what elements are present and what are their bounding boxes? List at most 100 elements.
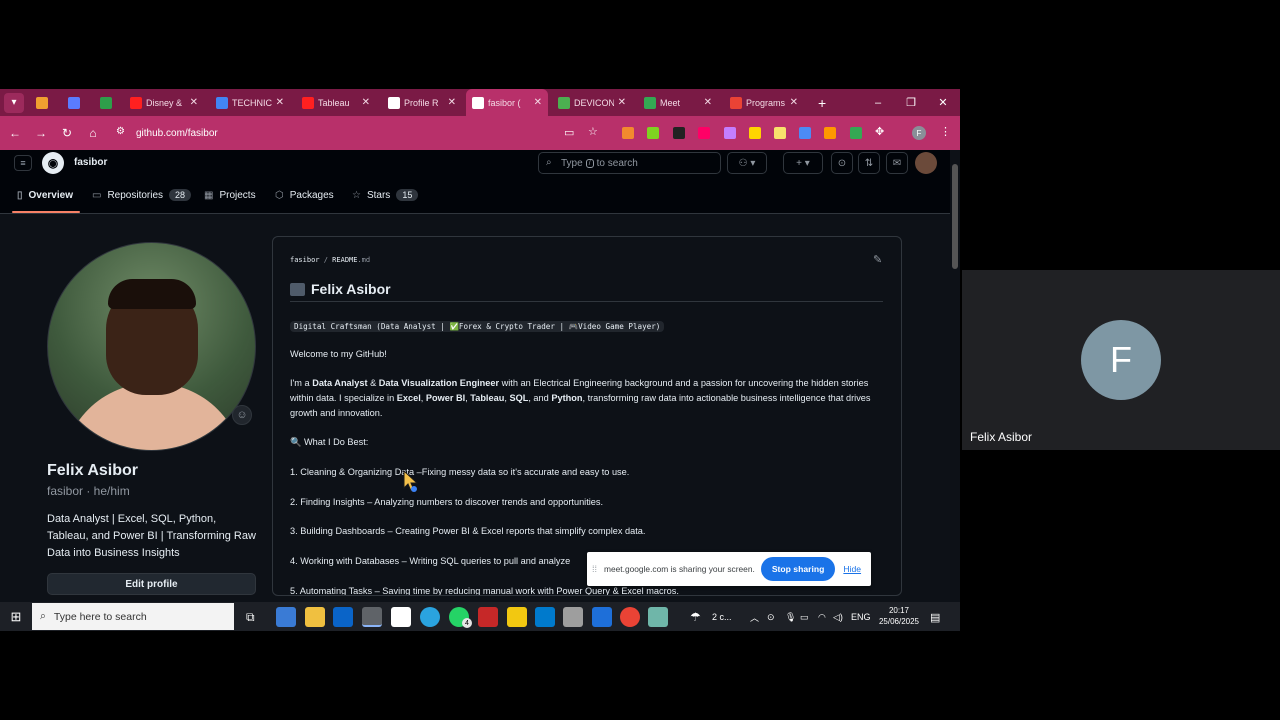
- extensions-puzzle-icon[interactable]: ✥: [875, 125, 884, 138]
- task-view-icon[interactable]: ⧉: [246, 607, 255, 627]
- profile-handle: fasibor · he/him: [47, 484, 130, 498]
- forward-icon[interactable]: →: [28, 120, 54, 146]
- create-new-button[interactable]: + ▾: [783, 152, 823, 174]
- taskbar-clock[interactable]: 20:17 25/06/2025: [874, 605, 924, 627]
- close-tab-icon[interactable]: ✕: [276, 97, 284, 108]
- tab-stars[interactable]: ☆ Stars 15: [352, 176, 419, 214]
- scrollbar-thumb[interactable]: [952, 164, 958, 269]
- browser-tab[interactable]: DEVICON ✕: [552, 89, 632, 116]
- browser-tab[interactable]: [62, 89, 84, 116]
- extension-icon[interactable]: [622, 127, 634, 139]
- extension-icon[interactable]: [749, 127, 761, 139]
- extension-icon[interactable]: [724, 127, 736, 139]
- chrome-app-icon[interactable]: [362, 607, 382, 627]
- reload-icon[interactable]: ↻: [54, 120, 80, 146]
- extension-icon[interactable]: [647, 127, 659, 139]
- browser-tab[interactable]: fasibor (✕: [466, 89, 548, 116]
- close-window-button[interactable]: ✕: [927, 89, 959, 116]
- copilot-button[interactable]: ⚇ ▾: [727, 152, 767, 174]
- bookmark-star-icon[interactable]: ☆: [588, 125, 598, 138]
- github-search-input[interactable]: ⌕ Type / to search: [538, 152, 721, 174]
- battery-icon[interactable]: ▭: [800, 607, 809, 627]
- browser-tab[interactable]: Disney & ✕: [124, 89, 204, 116]
- set-status-smiley-icon[interactable]: ☺: [232, 405, 252, 425]
- readme-path-user[interactable]: fasibor: [290, 256, 320, 264]
- browser-tab[interactable]: Programs ✕: [724, 89, 804, 116]
- windows-start-icon[interactable]: ⊞: [0, 602, 32, 631]
- app-icon[interactable]: [648, 607, 668, 627]
- inbox-icon[interactable]: ✉: [886, 152, 908, 174]
- stop-sharing-button[interactable]: Stop sharing: [760, 557, 836, 581]
- pull-requests-icon[interactable]: ⇅: [858, 152, 880, 174]
- browser-tab[interactable]: Profile R ✕: [382, 89, 462, 116]
- microphone-icon[interactable]: 🎙: [785, 607, 796, 627]
- tab-search-button[interactable]: ▾: [4, 92, 24, 113]
- tab-overview[interactable]: ▯ Overview: [17, 176, 73, 214]
- home-icon[interactable]: ⌂: [80, 120, 106, 146]
- profile-avatar-icon[interactable]: F: [912, 126, 926, 140]
- telegram-app-icon[interactable]: [420, 607, 440, 627]
- tab-repositories[interactable]: ▭ Repositories 28: [92, 176, 192, 214]
- extension-icon[interactable]: [673, 127, 685, 139]
- browser-tab[interactable]: Meet ✕: [638, 89, 718, 116]
- new-tab-button[interactable]: +: [818, 95, 826, 111]
- browser-tab[interactable]: [94, 89, 116, 116]
- issues-icon[interactable]: ⊙: [831, 152, 853, 174]
- taskbar-search-input[interactable]: ⌕ Type here to search: [32, 603, 234, 630]
- file-explorer-icon[interactable]: [305, 607, 325, 627]
- site-info-icon[interactable]: ⚙: [116, 126, 125, 137]
- language-indicator[interactable]: ENG: [851, 607, 871, 627]
- extension-icon[interactable]: [774, 127, 786, 139]
- tradingview-app-icon[interactable]: [391, 607, 411, 627]
- record-app-icon[interactable]: [478, 607, 498, 627]
- weather-text[interactable]: 2 c...: [712, 607, 732, 627]
- tab-packages[interactable]: ⬡ Packages: [275, 176, 334, 214]
- outlook-app-icon[interactable]: [333, 607, 353, 627]
- browser-tab[interactable]: Tableau ✕: [296, 89, 376, 116]
- wifi-icon[interactable]: ◠: [818, 607, 826, 627]
- drag-handle-icon[interactable]: ⁞⁞: [592, 564, 600, 574]
- extension-icon[interactable]: [698, 127, 710, 139]
- readme-title: Felix Asibor: [290, 281, 391, 297]
- app-icon[interactable]: [592, 607, 612, 627]
- show-hidden-icons-icon[interactable]: ︿: [750, 607, 759, 627]
- cast-icon[interactable]: ▭: [564, 126, 574, 139]
- tab-favicon-icon: [302, 96, 314, 109]
- chrome-profile-app-icon[interactable]: [620, 607, 640, 627]
- notifications-icon[interactable]: ▤: [930, 607, 940, 627]
- close-tab-icon[interactable]: ✕: [190, 97, 198, 108]
- close-tab-icon[interactable]: ✕: [534, 97, 542, 108]
- close-tab-icon[interactable]: ✕: [618, 97, 626, 108]
- browser-tab[interactable]: [30, 89, 52, 116]
- menu-kebab-icon[interactable]: ⋮: [940, 125, 951, 138]
- calculator-app-icon[interactable]: [563, 607, 583, 627]
- store-app-icon[interactable]: [276, 607, 296, 627]
- tab-projects[interactable]: ▦ Projects: [204, 176, 256, 214]
- extension-icon[interactable]: [824, 127, 836, 139]
- tray-app-icon[interactable]: ⊙: [767, 607, 775, 627]
- edit-profile-button[interactable]: Edit profile: [47, 573, 256, 595]
- user-avatar[interactable]: [915, 152, 937, 174]
- minimize-button[interactable]: –: [862, 89, 894, 116]
- powerbi-app-icon[interactable]: [507, 607, 527, 627]
- meet-participant-tile: F Felix Asibor: [962, 270, 1280, 450]
- browser-tab[interactable]: TECHNIC ✕: [210, 89, 290, 116]
- extension-icon[interactable]: [799, 127, 811, 139]
- restore-button[interactable]: ❐: [895, 89, 927, 116]
- weather-icon[interactable]: ☂: [690, 607, 701, 627]
- github-logo-icon[interactable]: ◉: [42, 152, 64, 174]
- intro-bold: Python: [551, 393, 583, 403]
- vscode-app-icon[interactable]: [535, 607, 555, 627]
- back-icon[interactable]: ←: [2, 120, 28, 146]
- close-tab-icon[interactable]: ✕: [362, 97, 370, 108]
- close-tab-icon[interactable]: ✕: [790, 97, 798, 108]
- hamburger-menu-icon[interactable]: ≡: [14, 155, 32, 171]
- volume-icon[interactable]: ◁): [833, 607, 843, 627]
- close-tab-icon[interactable]: ✕: [448, 97, 456, 108]
- close-tab-icon[interactable]: ✕: [704, 97, 712, 108]
- url-field[interactable]: ⚙ github.com/fasibor: [110, 121, 610, 145]
- extension-icon[interactable]: [850, 127, 862, 139]
- header-username[interactable]: fasibor: [74, 157, 107, 168]
- hide-banner-link[interactable]: Hide: [843, 564, 861, 574]
- edit-readme-pencil-icon[interactable]: ✎: [873, 253, 882, 266]
